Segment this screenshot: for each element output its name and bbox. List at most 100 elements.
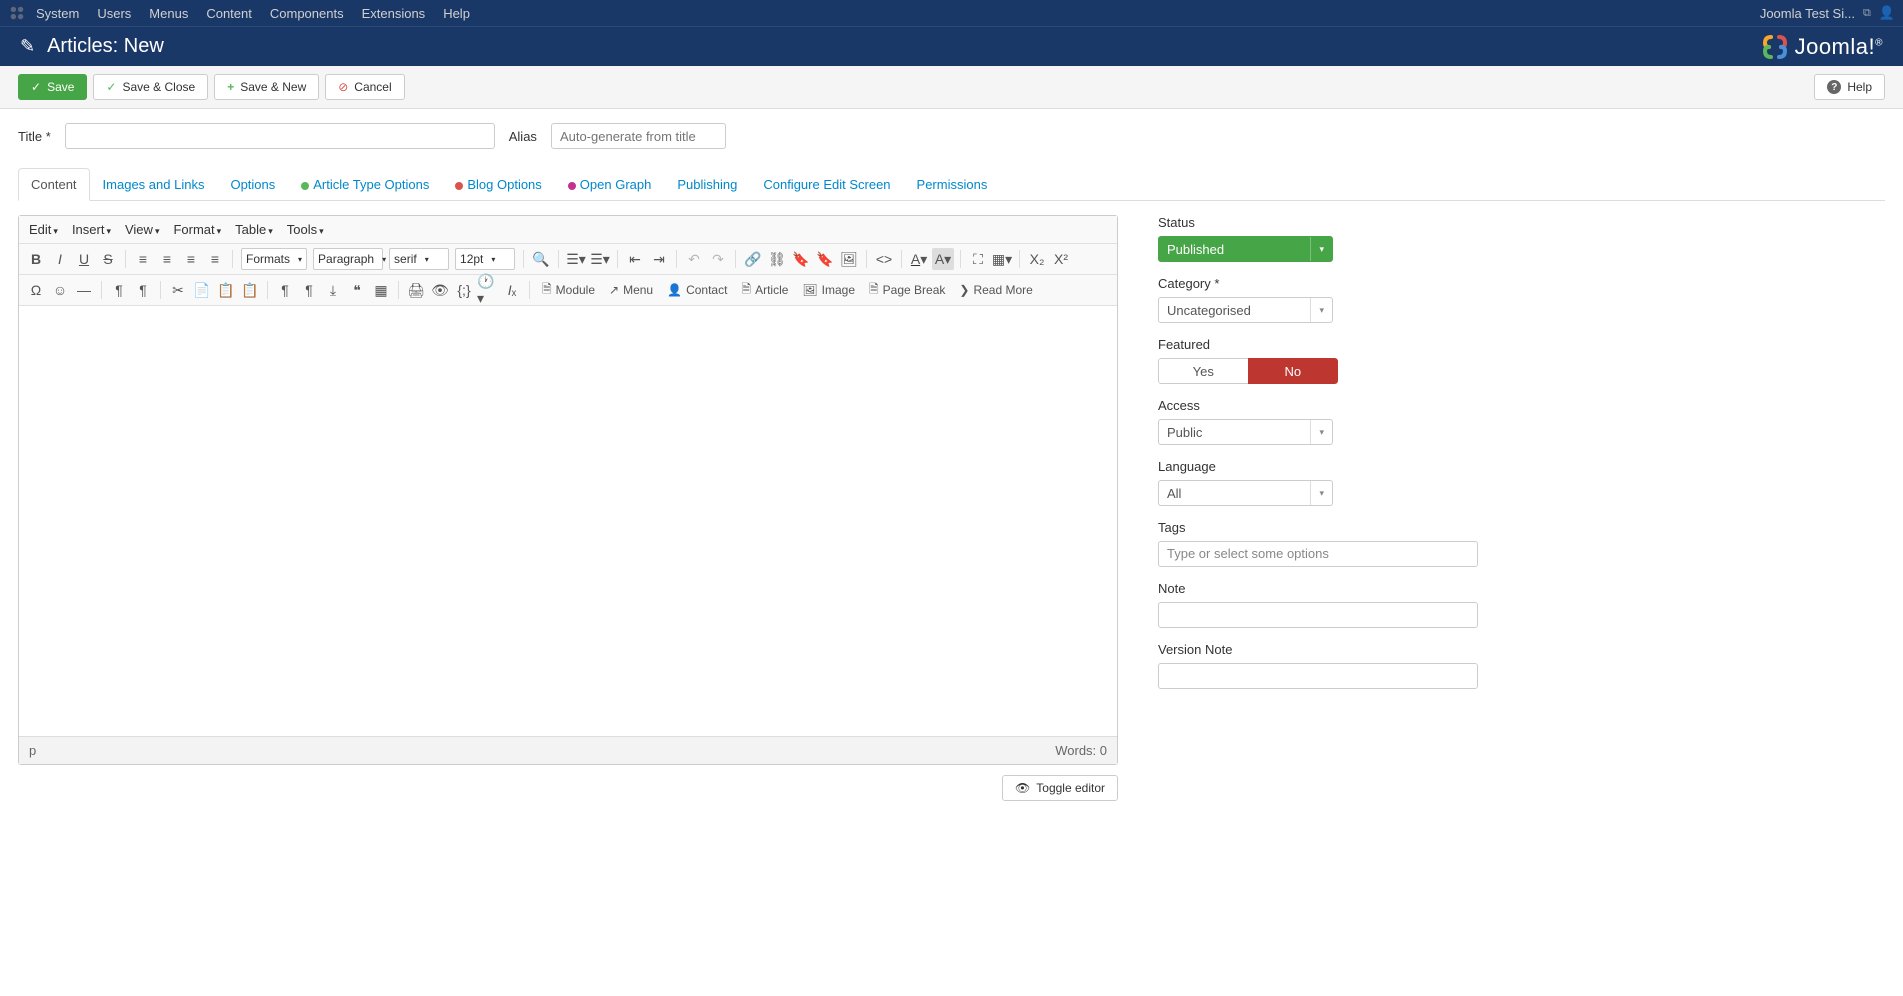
image-button[interactable]: 🖼 xyxy=(838,248,860,270)
anchor-button[interactable]: 🔖 xyxy=(790,248,812,270)
category-select[interactable]: Uncategorised▾ xyxy=(1158,297,1333,323)
paste-text-button[interactable]: 📋 xyxy=(239,279,261,301)
editor-menu-insert[interactable]: Insert▾ xyxy=(72,222,111,237)
title-input[interactable] xyxy=(65,123,495,149)
table-button[interactable]: ▦▾ xyxy=(991,248,1013,270)
fontsize-select[interactable]: 12pt▾ xyxy=(455,248,515,270)
editor-path[interactable]: p xyxy=(29,743,36,758)
cut-button[interactable]: ✂ xyxy=(167,279,189,301)
hr-button[interactable]: — xyxy=(73,279,95,301)
preview-button[interactable]: 👁 xyxy=(429,279,451,301)
nav-extensions[interactable]: Extensions xyxy=(362,6,426,21)
ltr-button[interactable]: ¶ xyxy=(108,279,130,301)
visualblocks-button[interactable]: ¶ xyxy=(298,279,320,301)
unlink-button[interactable]: ⛓ xyxy=(766,248,788,270)
nonbreaking-button[interactable]: ⤓ xyxy=(322,279,344,301)
language-select[interactable]: All▾ xyxy=(1158,480,1333,506)
editor-menu-view[interactable]: View▾ xyxy=(125,222,159,237)
insert-readmore-button[interactable]: ❯Read More xyxy=(953,279,1038,301)
status-select[interactable]: Published▾ xyxy=(1158,236,1333,262)
note-input[interactable] xyxy=(1158,602,1478,628)
toggle-editor-button[interactable]: 👁Toggle editor xyxy=(1002,775,1118,801)
fullscreen-button[interactable]: ⛶ xyxy=(967,248,989,270)
rtl-button[interactable]: ¶ xyxy=(132,279,154,301)
tab-open-graph[interactable]: Open Graph xyxy=(555,168,665,201)
tab-publishing[interactable]: Publishing xyxy=(664,168,750,201)
bullet-list-button[interactable]: ☰▾ xyxy=(565,248,587,270)
outdent-button[interactable]: ⇤ xyxy=(624,248,646,270)
save-close-button[interactable]: ✓Save & Close xyxy=(93,74,208,100)
tab-images-links[interactable]: Images and Links xyxy=(90,168,218,201)
insert-article-button[interactable]: 🗎Article xyxy=(735,279,794,301)
site-link[interactable]: Joomla Test Si... xyxy=(1760,6,1855,21)
formats-select[interactable]: Formats▾ xyxy=(241,248,307,270)
nav-system[interactable]: System xyxy=(36,6,79,21)
nav-users[interactable]: Users xyxy=(97,6,131,21)
editor-menu-tools[interactable]: Tools▾ xyxy=(287,222,324,237)
tab-configure-edit[interactable]: Configure Edit Screen xyxy=(750,168,903,201)
clearformat-button[interactable]: Iₓ xyxy=(501,279,523,301)
tab-options[interactable]: Options xyxy=(217,168,288,201)
copy-button[interactable]: 📄 xyxy=(191,279,213,301)
italic-button[interactable]: I xyxy=(49,248,71,270)
access-select[interactable]: Public▾ xyxy=(1158,419,1333,445)
insert-menu-button[interactable]: ↗Menu xyxy=(603,279,659,301)
insert-pagebreak-button[interactable]: 🗎Page Break xyxy=(863,279,951,301)
datetime-button[interactable]: 🕐▾ xyxy=(477,279,499,301)
bookmark-button[interactable]: 🔖 xyxy=(814,248,836,270)
template-button[interactable]: ▦ xyxy=(370,279,392,301)
version-note-input[interactable] xyxy=(1158,663,1478,689)
font-select[interactable]: serif▾ xyxy=(389,248,449,270)
featured-yes[interactable]: Yes xyxy=(1158,358,1248,384)
editor-menu-edit[interactable]: Edit▾ xyxy=(29,222,58,237)
redo-button[interactable]: ↷ xyxy=(707,248,729,270)
insert-image-button[interactable]: 🖼Image xyxy=(796,279,861,301)
print-button[interactable]: 🖨 xyxy=(405,279,427,301)
alias-input[interactable] xyxy=(551,123,726,149)
superscript-button[interactable]: X² xyxy=(1050,248,1072,270)
nav-menus[interactable]: Menus xyxy=(149,6,188,21)
align-center-button[interactable]: ≡ xyxy=(156,248,178,270)
featured-no[interactable]: No xyxy=(1248,358,1339,384)
insert-module-button[interactable]: 🗎Module xyxy=(536,279,601,301)
bold-button[interactable]: B xyxy=(25,248,47,270)
underline-button[interactable]: U xyxy=(73,248,95,270)
tab-content[interactable]: Content xyxy=(18,168,90,201)
undo-button[interactable]: ↶ xyxy=(683,248,705,270)
bgcolor-button[interactable]: A▾ xyxy=(932,248,954,270)
help-button[interactable]: ?Help xyxy=(1814,74,1885,100)
show-invisible-button[interactable]: ¶ xyxy=(274,279,296,301)
nav-content[interactable]: Content xyxy=(206,6,252,21)
editor-content-area[interactable] xyxy=(19,306,1117,736)
align-justify-button[interactable]: ≡ xyxy=(204,248,226,270)
paragraph-select[interactable]: Paragraph▾ xyxy=(313,248,383,270)
user-icon[interactable]: 👤 xyxy=(1879,5,1895,21)
insert-contact-button[interactable]: 👤Contact xyxy=(661,279,733,301)
tab-permissions[interactable]: Permissions xyxy=(904,168,1001,201)
tab-blog-options[interactable]: Blog Options xyxy=(442,168,554,201)
textcolor-button[interactable]: A▾ xyxy=(908,248,930,270)
specialchar-button[interactable]: Ω xyxy=(25,279,47,301)
save-button[interactable]: ✓Save xyxy=(18,74,87,100)
code-button[interactable]: <> xyxy=(873,248,895,270)
codesample-button[interactable]: {;} xyxy=(453,279,475,301)
tab-article-type-options[interactable]: Article Type Options xyxy=(288,168,442,201)
strikethrough-button[interactable]: S xyxy=(97,248,119,270)
align-right-button[interactable]: ≡ xyxy=(180,248,202,270)
emoji-button[interactable]: ☺ xyxy=(49,279,71,301)
editor-menu-table[interactable]: Table▾ xyxy=(235,222,273,237)
save-new-button[interactable]: +Save & New xyxy=(214,74,319,100)
indent-button[interactable]: ⇥ xyxy=(648,248,670,270)
nav-components[interactable]: Components xyxy=(270,6,344,21)
tags-input[interactable]: Type or select some options xyxy=(1158,541,1478,567)
find-replace-button[interactable]: 🔍 xyxy=(530,248,552,270)
nav-help[interactable]: Help xyxy=(443,6,470,21)
subscript-button[interactable]: X₂ xyxy=(1026,248,1048,270)
editor-menu-format[interactable]: Format▾ xyxy=(173,222,221,237)
blockquote-button[interactable]: ❝ xyxy=(346,279,368,301)
number-list-button[interactable]: ☰▾ xyxy=(589,248,611,270)
paste-button[interactable]: 📋 xyxy=(215,279,237,301)
cancel-button[interactable]: ⊘Cancel xyxy=(325,74,404,100)
link-button[interactable]: 🔗 xyxy=(742,248,764,270)
align-left-button[interactable]: ≡ xyxy=(132,248,154,270)
